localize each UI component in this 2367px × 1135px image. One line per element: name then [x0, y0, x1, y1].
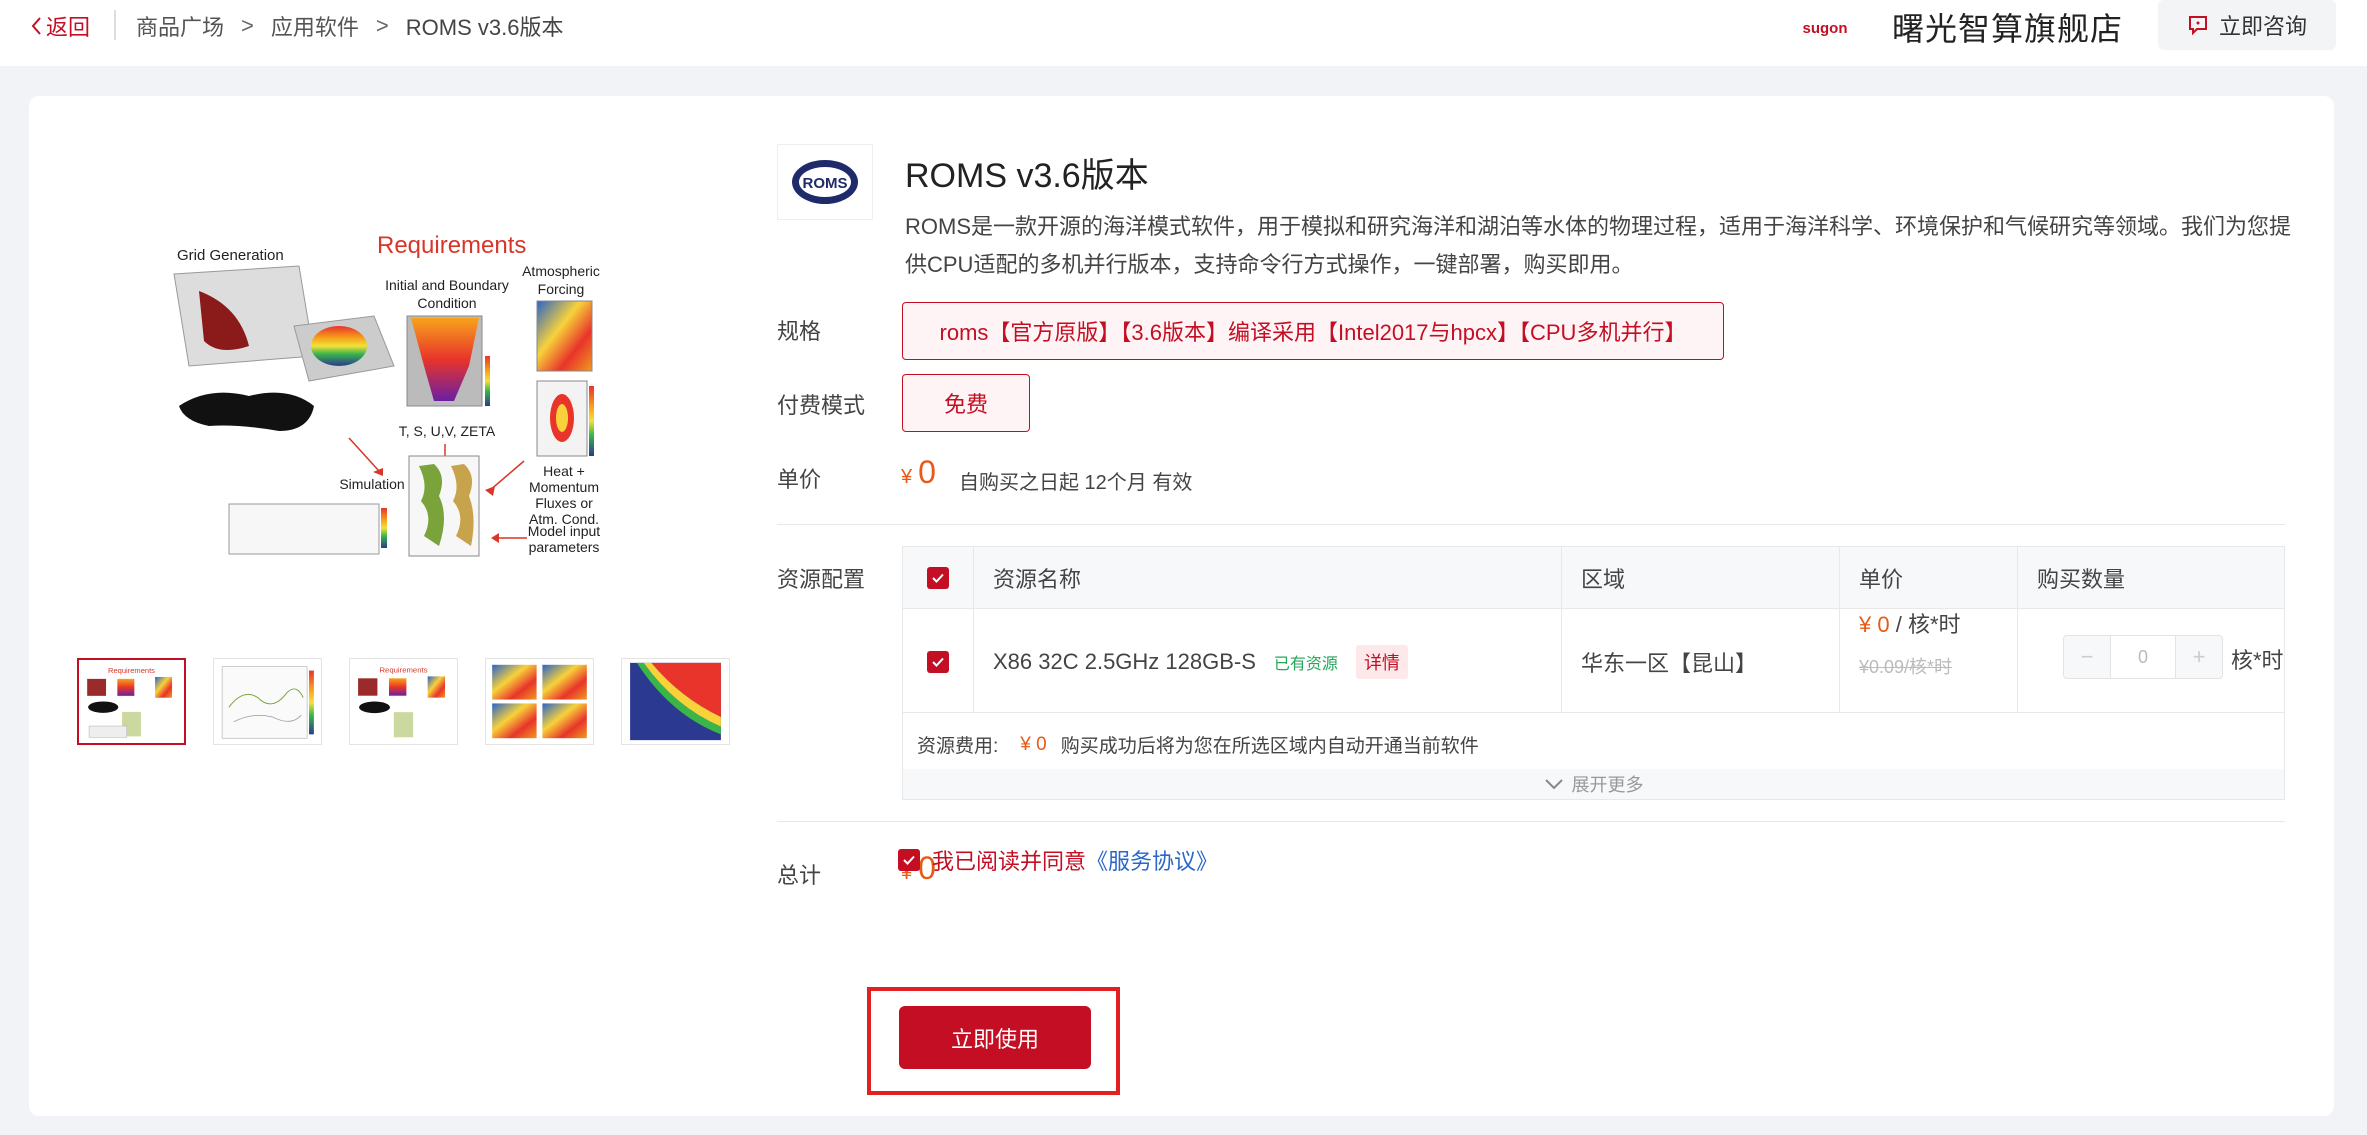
expand-more-button[interactable]: 展开更多	[903, 769, 2284, 799]
svg-text:T, S, U,V, ZETA: T, S, U,V, ZETA	[399, 423, 496, 439]
thumbnail-1[interactable]: Requirements	[77, 658, 186, 745]
top-bar: 返回 商品广场 > 应用软件 > ROMS v3.6版本 sugon 曙光智算旗…	[0, 0, 2367, 66]
price-amount: 0	[918, 454, 936, 490]
spec-label: 规格	[777, 319, 822, 344]
back-button[interactable]: 返回	[30, 8, 90, 44]
divider	[114, 10, 116, 40]
product-logo: ROMS	[777, 144, 873, 220]
resources-label: 资源配置	[777, 567, 866, 592]
divider	[777, 524, 2285, 525]
check-icon	[932, 657, 944, 667]
svg-text:Requirements: Requirements	[377, 232, 526, 259]
resource-price-currency: ¥	[1859, 612, 1872, 637]
consult-button[interactable]: 立即咨询	[2158, 0, 2336, 50]
resource-unit-price: ¥ 0 / 核*时 ¥0.09/核*时	[1859, 607, 1961, 679]
check-icon	[932, 573, 944, 583]
divider	[1839, 547, 1840, 713]
resource-fee: 资源费用: ¥ 0 购买成功后将为您在所选区域内自动开通当前软件	[917, 731, 1479, 758]
expand-label: 展开更多	[1571, 775, 1644, 795]
chevron-right-icon: >	[375, 13, 389, 38]
owned-resource-tag: 已有资源	[1273, 656, 1338, 673]
divider	[777, 821, 2285, 822]
breadcrumb-item-current: ROMS v3.6版本	[405, 15, 564, 40]
breadcrumb-item-apps[interactable]: 应用软件	[271, 10, 359, 42]
divider	[903, 712, 2284, 713]
divider	[973, 547, 974, 713]
increment-button[interactable]: +	[2176, 636, 2222, 678]
svg-text:parameters: parameters	[529, 539, 600, 555]
unit-price: ¥ 0	[901, 454, 936, 491]
header-region: 区域	[1581, 567, 1626, 592]
consult-label: 立即咨询	[2218, 14, 2307, 39]
thumbnail-4[interactable]	[485, 658, 594, 745]
spec-option[interactable]: roms【官方原版】【3.6版本】编译采用【Intel2017与hpcx】【CP…	[902, 302, 1724, 360]
chevron-left-icon	[31, 17, 41, 35]
use-now-button[interactable]: 立即使用	[899, 1006, 1091, 1069]
svg-text:sugon: sugon	[1803, 20, 1848, 37]
svg-text:Heat +: Heat +	[543, 463, 585, 479]
divider	[2017, 547, 2018, 713]
row-checkbox[interactable]	[927, 651, 949, 673]
svg-text:Fluxes or: Fluxes or	[535, 495, 593, 511]
quantity-unit: 核*时	[2231, 648, 2284, 673]
store-name[interactable]: 曙光智算旗舰店	[1892, 4, 2123, 50]
svg-text:Model input: Model input	[528, 523, 600, 539]
header-resource-name: 资源名称	[993, 567, 1082, 592]
svg-text:Condition: Condition	[417, 295, 476, 311]
product-main-image: Requirements Grid Generation Initial and…	[129, 156, 769, 716]
service-agreement-link[interactable]: 《服务协议》	[1086, 844, 1218, 876]
breadcrumb-item-market[interactable]: 商品广场	[136, 10, 224, 42]
chevron-down-icon	[1544, 779, 1563, 790]
resource-table: 资源名称 区域 单价 购买数量 X86 32C 2.5GHz 128GB-S 已…	[902, 546, 2285, 800]
original-price: ¥0.09/核*时	[1859, 657, 1953, 677]
svg-text:Simulation: Simulation	[339, 476, 404, 492]
thumbnail-2[interactable]	[213, 658, 322, 745]
resource-name: X86 32C 2.5GHz 128GB-S	[993, 649, 1256, 674]
svg-text:ROMS: ROMS	[803, 175, 848, 192]
product-title: ROMS v3.6版本	[905, 157, 1149, 195]
unit-price-label: 单价	[777, 467, 822, 492]
agreement-checkbox[interactable]	[898, 849, 920, 871]
svg-text:Requirements: Requirements	[379, 666, 427, 675]
pay-mode-free-option[interactable]: 免费	[902, 374, 1030, 432]
chat-icon	[2188, 16, 2207, 36]
currency-symbol: ¥	[901, 466, 913, 488]
svg-text:Requirements: Requirements	[108, 666, 155, 675]
fee-value: ¥ 0	[1020, 733, 1047, 755]
resource-region: 华东一区【昆山】	[1581, 651, 1758, 676]
header-quantity: 购买数量	[2037, 567, 2126, 592]
quantity-input[interactable]: 0	[2110, 636, 2176, 678]
total-label: 总计	[777, 863, 822, 888]
quantity-stepper: − 0 +	[2063, 635, 2223, 679]
decrement-button[interactable]: −	[2064, 636, 2110, 678]
svg-text:Atmospheric: Atmospheric	[522, 263, 600, 279]
pay-mode-label: 付费模式	[777, 393, 866, 418]
back-label: 返回	[46, 15, 91, 40]
agreement-row: 我已阅读并同意 《服务协议》	[898, 844, 1218, 876]
header-unit-price: 单价	[1859, 567, 1904, 592]
svg-text:Momentum: Momentum	[529, 479, 599, 495]
svg-text:Initial and Boundary: Initial and Boundary	[385, 277, 509, 293]
thumbnail-strip: Requirements Requirements	[77, 658, 730, 745]
divider	[1561, 547, 1562, 713]
chevron-right-icon: >	[241, 13, 254, 38]
fee-label: 资源费用:	[917, 736, 999, 757]
sugon-logo: sugon	[1800, 16, 1850, 38]
fee-note: 购买成功后将为您在所选区域内自动开通当前软件	[1060, 736, 1479, 757]
check-icon	[903, 855, 915, 865]
product-description: ROMS是一款开源的海洋模式软件，用于模拟和研究海洋和湖泊等水体的物理过程，适用…	[905, 214, 2292, 277]
detail-button[interactable]: 详情	[1355, 645, 1408, 679]
resource-price-unit: / 核*时	[1895, 612, 1961, 637]
product-card: Requirements Grid Generation Initial and…	[29, 96, 2334, 1116]
breadcrumb: 商品广场 > 应用软件 > ROMS v3.6版本	[136, 8, 563, 44]
thumbnail-3[interactable]: Requirements	[349, 658, 458, 745]
svg-text:Forcing: Forcing	[538, 281, 585, 297]
select-all-checkbox[interactable]	[927, 567, 949, 589]
resource-price-amount: 0	[1877, 612, 1890, 637]
agreement-text: 我已阅读并同意	[932, 849, 1087, 874]
svg-text:Grid Generation: Grid Generation	[177, 247, 284, 264]
price-validity: 自购买之日起 12个月 有效	[959, 472, 1193, 494]
thumbnail-5[interactable]	[621, 658, 730, 745]
table-row: X86 32C 2.5GHz 128GB-S 已有资源 详情	[993, 645, 1408, 679]
